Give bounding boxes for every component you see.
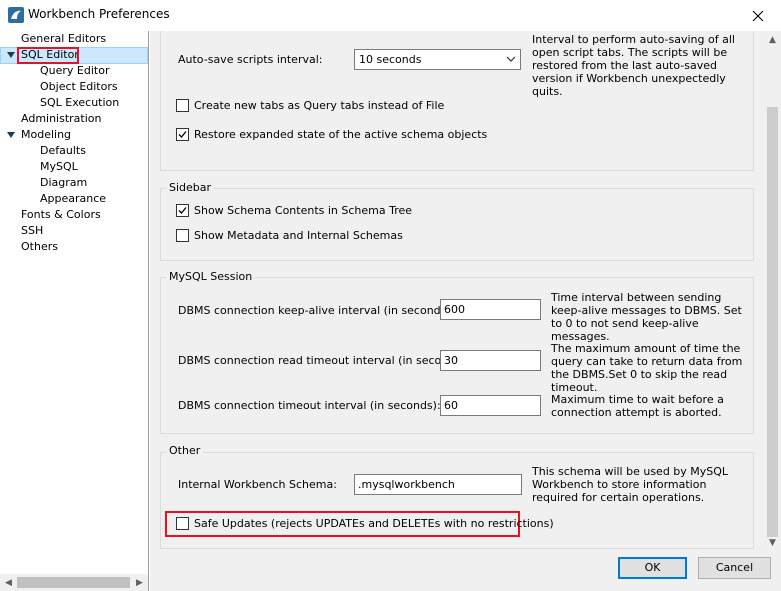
new-tabs-label: Create new tabs as Query tabs instead of… xyxy=(194,99,445,112)
tree-item-sql-execution[interactable]: SQL Execution xyxy=(40,95,119,111)
scroll-up-icon[interactable]: ▲ xyxy=(764,31,781,48)
tree-item-modeling[interactable]: Modeling xyxy=(21,127,71,143)
mysql-session-group-title: MySQL Session xyxy=(166,270,256,284)
tree-item-defaults[interactable]: Defaults xyxy=(40,143,86,159)
restore-state-checkbox[interactable] xyxy=(176,128,189,141)
scroll-right-icon[interactable]: ▶ xyxy=(131,574,148,591)
autosave-selected-value: 10 seconds xyxy=(359,53,422,66)
keepalive-description: Time interval between sending keep-alive… xyxy=(551,291,742,343)
scrollbar-thumb[interactable] xyxy=(17,577,130,588)
autosave-label: Auto-save scripts interval: xyxy=(178,53,323,66)
other-group-title: Other xyxy=(166,444,204,458)
tree-item-ssh[interactable]: SSH xyxy=(21,223,43,239)
internal-schema-label: Internal Workbench Schema: xyxy=(178,478,337,491)
show-metadata-label: Show Metadata and Internal Schemas xyxy=(194,229,403,242)
tree-item-diagram[interactable]: Diagram xyxy=(40,175,87,191)
tree-item-mysql[interactable]: MySQL xyxy=(40,159,78,175)
chevron-down-icon xyxy=(506,56,516,62)
dialog-button-bar: OK Cancel xyxy=(150,551,781,591)
show-schema-contents-checkbox[interactable] xyxy=(176,204,189,217)
close-button[interactable] xyxy=(735,0,781,31)
scroll-down-icon[interactable]: ▼ xyxy=(764,534,781,551)
safe-updates-checkbox[interactable] xyxy=(176,517,189,530)
settings-vertical-scrollbar[interactable]: ▲ ▼ xyxy=(764,31,781,551)
close-icon xyxy=(752,10,764,21)
window-title: Workbench Preferences xyxy=(28,7,170,21)
conn-timeout-label: DBMS connection timeout interval (in sec… xyxy=(178,399,441,412)
ok-button[interactable]: OK xyxy=(618,557,687,579)
expand-arrow-icon[interactable] xyxy=(6,130,16,140)
read-timeout-input[interactable]: 30 xyxy=(440,350,541,371)
restore-state-label: Restore expanded state of the active sch… xyxy=(194,128,488,141)
internal-schema-description: This schema will be used by MySQL Workbe… xyxy=(532,465,729,504)
tree-item-general-editors[interactable]: General Editors xyxy=(21,31,106,47)
keepalive-input[interactable]: 600 xyxy=(440,299,541,320)
cancel-button[interactable]: Cancel xyxy=(698,557,771,579)
safe-updates-label: Safe Updates (rejects UPDATEs and DELETE… xyxy=(194,517,554,530)
preferences-tree[interactable]: General Editors SQL Editor Query Editor … xyxy=(0,31,149,591)
internal-schema-input[interactable]: .mysqlworkbench xyxy=(354,474,522,495)
new-tabs-checkbox[interactable] xyxy=(176,99,189,112)
sidebar-group xyxy=(160,188,754,261)
scrollbar-thumb[interactable] xyxy=(767,107,778,537)
keepalive-label: DBMS connection keep-alive interval (in … xyxy=(178,304,455,317)
highlight-annotation-box xyxy=(17,47,79,64)
tree-item-administration[interactable]: Administration xyxy=(21,111,102,127)
scroll-left-icon[interactable]: ◀ xyxy=(0,574,17,591)
workbench-dolphin-icon xyxy=(8,7,24,23)
sidebar-horizontal-scrollbar[interactable]: ◀ ▶ xyxy=(0,574,148,591)
tree-item-appearance[interactable]: Appearance xyxy=(40,191,106,207)
show-metadata-checkbox[interactable] xyxy=(176,229,189,242)
checkmark-icon xyxy=(178,131,187,138)
tree-item-query-editor[interactable]: Query Editor xyxy=(40,63,109,79)
conn-timeout-input[interactable]: 60 xyxy=(440,395,541,416)
tree-item-fonts-colors[interactable]: Fonts & Colors xyxy=(21,207,101,223)
tree-item-others[interactable]: Others xyxy=(21,239,58,255)
tree-item-object-editors[interactable]: Object Editors xyxy=(40,79,118,95)
read-timeout-description: The maximum amount of time the query can… xyxy=(551,342,743,394)
settings-panel: Auto-save scripts interval: 10 seconds I… xyxy=(150,31,781,551)
autosave-description: Interval to perform auto-saving of all o… xyxy=(532,33,735,98)
checkmark-icon xyxy=(178,207,187,214)
read-timeout-label: DBMS connection read timeout interval (i… xyxy=(178,354,469,367)
sidebar-group-title: Sidebar xyxy=(166,181,215,195)
show-schema-contents-label: Show Schema Contents in Schema Tree xyxy=(194,204,413,217)
autosave-interval-select[interactable]: 10 seconds xyxy=(354,49,521,70)
conn-timeout-description: Maximum time to wait before a connection… xyxy=(551,393,724,419)
expand-arrow-icon[interactable] xyxy=(6,50,16,60)
title-bar: Workbench Preferences xyxy=(0,0,781,31)
